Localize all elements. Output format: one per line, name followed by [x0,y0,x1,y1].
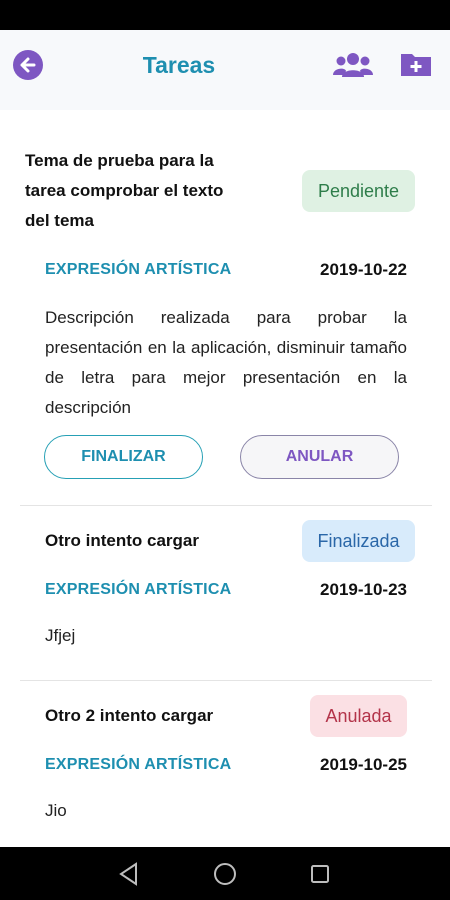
task-title: Otro intento cargar [45,531,199,550]
add-folder-button[interactable] [400,50,432,80]
app-bar: Tareas [0,30,450,110]
task-category: EXPRESIÓN ARTÍSTICA [45,756,232,773]
task-title: Tema de prueba para la tarea comprobar e… [25,146,223,236]
group-button[interactable] [333,50,373,80]
task-description: Descripción realizada para probar la pre… [45,308,407,417]
status-bar [0,0,450,30]
divider [20,505,432,506]
cancel-button[interactable]: ANULAR [240,435,399,479]
divider [20,680,432,681]
task-category: EXPRESIÓN ARTÍSTICA [45,581,232,598]
task-date: 2019-10-22 [320,260,407,279]
home-circle-icon[interactable] [212,861,238,887]
task-title-line: Tema de prueba para la [25,151,214,170]
status-badge: Pendiente [302,170,415,212]
task-title: Otro 2 intento cargar [45,706,214,725]
finish-button[interactable]: FINALIZAR [44,435,203,479]
task-title-line: tarea comprobar el texto [25,181,224,200]
task-title-line: del tema [25,211,94,230]
status-badge: Anulada [310,695,407,737]
task-description: Jio [45,801,67,820]
task-category: EXPRESIÓN ARTÍSTICA [45,261,232,278]
task-description: Jfjej [45,626,76,645]
page-title: Tareas [142,52,216,78]
recents-square-icon[interactable] [307,861,333,887]
system-nav-bar [0,847,450,900]
back-triangle-icon[interactable] [116,861,142,887]
status-badge: Finalizada [302,520,415,562]
folder-plus-icon [401,54,431,76]
task-date: 2019-10-25 [320,755,407,774]
users-group-icon [333,53,373,77]
task-date: 2019-10-23 [320,580,407,599]
